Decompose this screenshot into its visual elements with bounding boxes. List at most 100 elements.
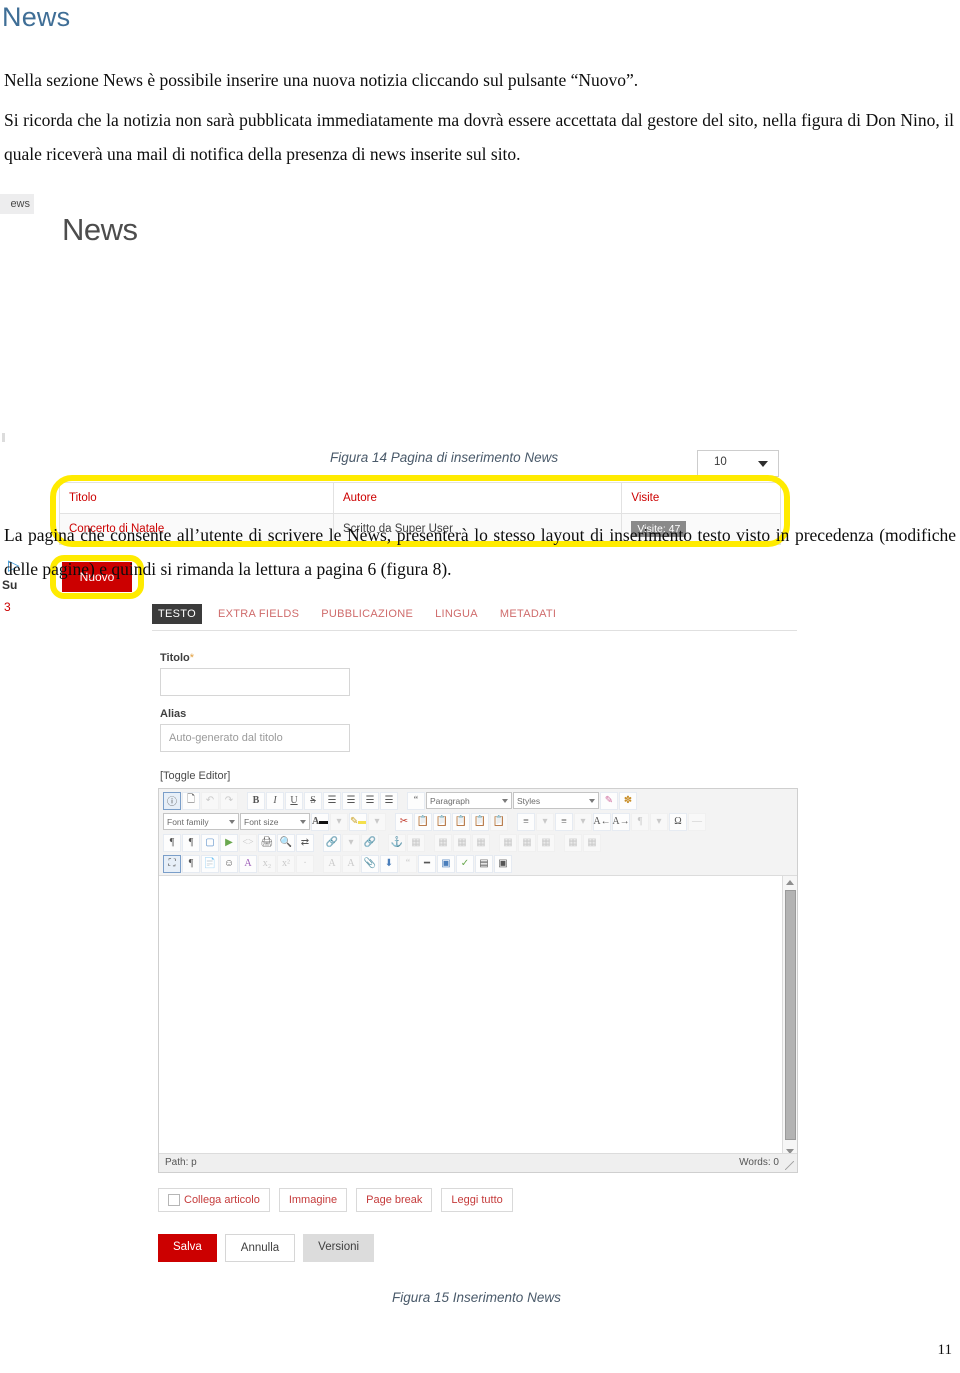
underline-icon[interactable]: U xyxy=(285,791,303,810)
vertical-scrollbar[interactable] xyxy=(782,876,797,1158)
edit-css-icon[interactable]: ✎ xyxy=(600,791,618,810)
superscript-icon[interactable]: x² xyxy=(277,854,295,873)
increase-indent-icon[interactable]: A→ xyxy=(612,812,630,831)
immagine-button[interactable]: Immagine xyxy=(278,1188,348,1212)
special-character-icon[interactable]: Ω xyxy=(669,812,687,831)
nonbreaking-icon[interactable]: · xyxy=(296,854,314,873)
table-icon[interactable]: ▦ xyxy=(407,833,425,852)
numbered-list-icon[interactable]: ≡ xyxy=(517,812,535,831)
collega-articolo-button[interactable]: Collega articolo xyxy=(158,1188,270,1212)
bold-icon[interactable]: B xyxy=(247,791,265,810)
salva-button[interactable]: Salva xyxy=(158,1234,217,1262)
column-header-visite[interactable]: Visite xyxy=(621,482,781,514)
undo-icon[interactable]: ↶ xyxy=(201,791,219,810)
paste-text-icon[interactable]: 📋 xyxy=(452,812,470,831)
cite-icon[interactable]: “ xyxy=(399,854,417,873)
spellcheck-icon[interactable]: A xyxy=(239,854,257,873)
abbr-icon[interactable]: ━ xyxy=(418,854,436,873)
attachment-icon[interactable]: 📎 xyxy=(361,854,379,873)
page-break-button[interactable]: Page break xyxy=(356,1188,433,1212)
scroll-up-icon[interactable] xyxy=(786,880,794,885)
decrease-indent-icon[interactable]: A← xyxy=(593,812,611,831)
merge-cell-icon[interactable]: ▦ xyxy=(583,833,601,852)
toggle-editor-link[interactable]: [Toggle Editor] xyxy=(160,770,230,782)
copy-icon[interactable]: 📋 xyxy=(414,812,432,831)
visualchars-icon[interactable]: A xyxy=(323,854,341,873)
fullscreen-icon[interactable]: ⛶ xyxy=(163,854,181,873)
show-blocks-icon[interactable]: ¶ xyxy=(182,854,200,873)
bullet-list-icon[interactable]: ≡ xyxy=(555,812,573,831)
styles-select[interactable]: Styles xyxy=(513,792,599,809)
horizontal-rule-icon[interactable]: — xyxy=(688,812,706,831)
paste-icon[interactable]: 📋 xyxy=(433,812,451,831)
clear-formatting-icon[interactable]: ✽ xyxy=(619,791,637,810)
background-color-dropdown-icon[interactable]: ▾ xyxy=(368,812,386,831)
visualaid-icon[interactable]: A xyxy=(342,854,360,873)
paste-word-icon[interactable]: 📋 xyxy=(471,812,489,831)
ltr-dropdown-icon[interactable]: ▾ xyxy=(650,812,668,831)
ltr-icon[interactable]: ¶ xyxy=(163,833,181,852)
strikethrough-icon[interactable]: S xyxy=(304,791,322,810)
blockquote-icon[interactable]: “ xyxy=(407,791,425,810)
font-size-select[interactable]: Font size xyxy=(240,813,310,830)
cut-icon[interactable]: ✂ xyxy=(395,812,413,831)
tab-extra-fields[interactable]: EXTRA FIELDS xyxy=(212,604,305,624)
insert-col-before-icon[interactable]: ▦ xyxy=(499,833,517,852)
tab-testo[interactable]: TESTO xyxy=(152,604,202,624)
media-icon[interactable]: ▶ xyxy=(220,833,238,852)
bullet-list-dropdown-icon[interactable]: ▾ xyxy=(574,812,592,831)
titolo-input[interactable] xyxy=(160,668,350,696)
align-center-icon[interactable]: ☰ xyxy=(342,791,360,810)
replace-icon[interactable]: ⇄ xyxy=(296,833,314,852)
paste-plain-icon[interactable]: 📋 xyxy=(490,812,508,831)
background-color-icon[interactable]: ✎ xyxy=(349,812,367,831)
anchor-icon[interactable]: ⚓ xyxy=(388,833,406,852)
print-icon[interactable]: 🖨 xyxy=(258,833,276,852)
emoticon-icon[interactable]: ☺ xyxy=(220,854,238,873)
unlink-icon[interactable]: 🔗 xyxy=(361,833,379,852)
align-right-icon[interactable]: ☰ xyxy=(361,791,379,810)
image-icon[interactable]: ▢ xyxy=(201,833,219,852)
pagebreak-icon[interactable]: ▤ xyxy=(475,854,493,873)
acronym-icon[interactable]: ▣ xyxy=(437,854,455,873)
alias-input[interactable]: Auto-generato dal titolo xyxy=(160,724,350,752)
code-icon[interactable]: <> xyxy=(239,833,257,852)
ltr-dim-icon[interactable]: ¶ xyxy=(631,812,649,831)
annulla-button[interactable]: Annulla xyxy=(224,1234,296,1262)
link-icon[interactable]: 🔗 xyxy=(323,833,341,852)
leggi-tutto-button[interactable]: Leggi tutto xyxy=(441,1188,513,1212)
tab-metadati[interactable]: METADATI xyxy=(494,604,562,624)
delete-row-icon[interactable]: ▦ xyxy=(472,833,490,852)
italic-icon[interactable]: I xyxy=(266,791,284,810)
insert-row-after-icon[interactable]: ▦ xyxy=(453,833,471,852)
split-cell-icon[interactable]: ▦ xyxy=(564,833,582,852)
subscript-icon[interactable]: x₂ xyxy=(258,854,276,873)
insert-icon[interactable]: ✓ xyxy=(456,854,474,873)
new-document-icon[interactable]: 🗋 xyxy=(182,791,200,810)
readmore-icon[interactable]: ▣ xyxy=(494,854,512,873)
rtl-icon[interactable]: ¶ xyxy=(182,833,200,852)
numbered-list-dropdown-icon[interactable]: ▾ xyxy=(536,812,554,831)
insert-row-before-icon[interactable]: ▦ xyxy=(434,833,452,852)
redo-icon[interactable]: ↷ xyxy=(220,791,238,810)
font-family-select[interactable]: Font family xyxy=(163,813,239,830)
column-header-autore[interactable]: Autore xyxy=(332,482,623,514)
link-dropdown-icon[interactable]: ▾ xyxy=(342,833,360,852)
text-color-icon[interactable]: A xyxy=(311,812,329,831)
template-icon[interactable]: 📄 xyxy=(201,854,219,873)
text-color-dropdown-icon[interactable]: ▾ xyxy=(330,812,348,831)
align-justify-icon[interactable]: ☰ xyxy=(380,791,398,810)
tab-lingua[interactable]: LINGUA xyxy=(429,604,484,624)
search-icon[interactable]: 🔍 xyxy=(277,833,295,852)
resize-grip-icon[interactable] xyxy=(785,1161,794,1170)
editor-content-area[interactable] xyxy=(159,876,797,1158)
versioni-button[interactable]: Versioni xyxy=(303,1234,375,1262)
column-header-titolo[interactable]: Titolo xyxy=(59,482,334,514)
download-icon[interactable]: ⬇ xyxy=(380,854,398,873)
insert-col-after-icon[interactable]: ▦ xyxy=(518,833,536,852)
paragraph-select[interactable]: Paragraph xyxy=(426,792,512,809)
info-icon[interactable]: ⓘ xyxy=(163,791,181,810)
scrollbar-thumb[interactable] xyxy=(785,890,796,1140)
delete-col-icon[interactable]: ▦ xyxy=(537,833,555,852)
list-limit-select[interactable]: 10 xyxy=(697,450,779,477)
